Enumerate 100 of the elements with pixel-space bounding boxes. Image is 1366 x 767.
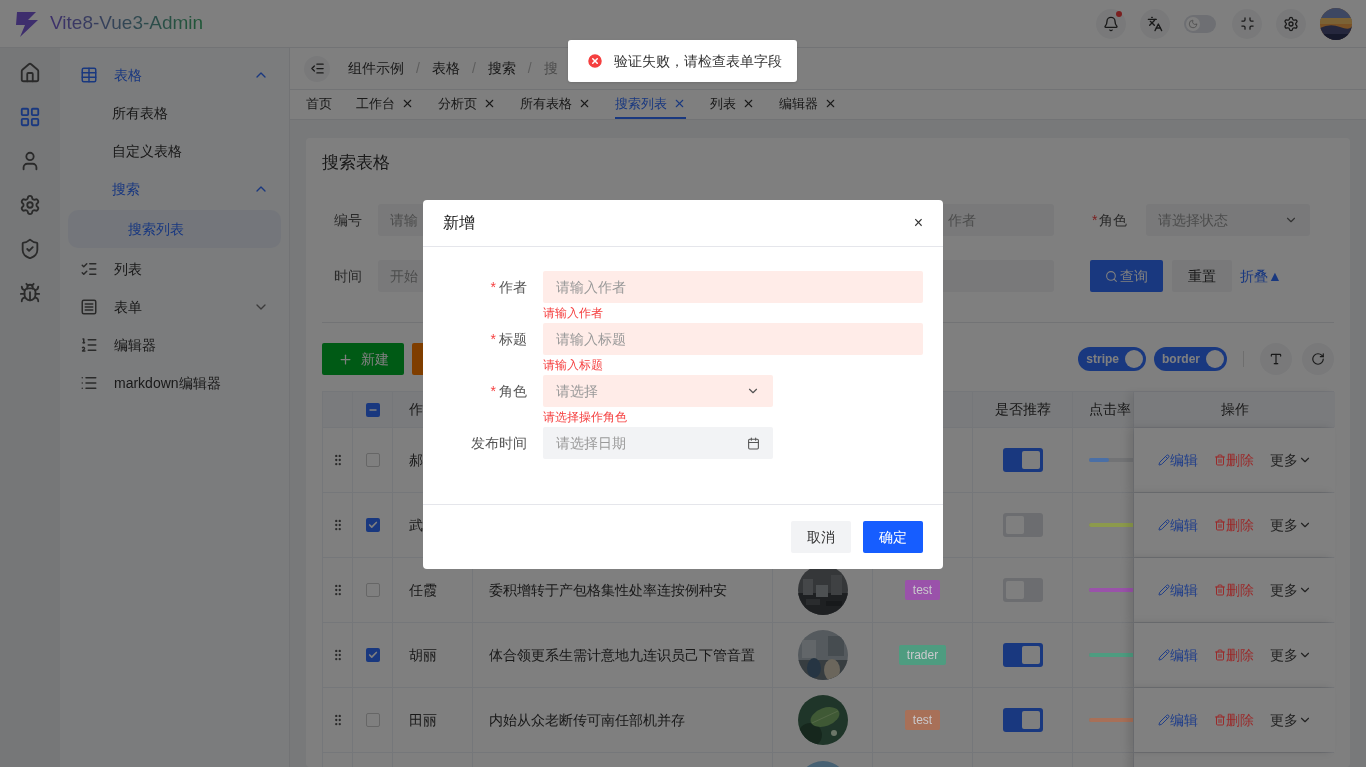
tab[interactable]: 搜索列表 bbox=[615, 90, 686, 119]
table-cell-text: 郝 bbox=[409, 450, 423, 470]
refresh-button[interactable] bbox=[1302, 343, 1334, 375]
collapse-sidebar-button[interactable] bbox=[304, 55, 330, 82]
checkbox[interactable] bbox=[365, 648, 380, 662]
breadcrumb-separator: / bbox=[416, 59, 420, 78]
delete-link[interactable]: 删除 bbox=[1213, 449, 1254, 471]
tag: test bbox=[904, 710, 941, 730]
menu-item[interactable]: markdown编辑器 bbox=[68, 364, 281, 402]
delete-link[interactable]: 删除 bbox=[1213, 579, 1254, 601]
close-icon[interactable] bbox=[742, 97, 755, 110]
table-cell-text: 武 bbox=[409, 515, 423, 535]
tab[interactable]: 首页 bbox=[306, 90, 332, 119]
table-cell-text: 胡丽 bbox=[409, 645, 437, 665]
tab[interactable]: 工作台 bbox=[356, 90, 414, 119]
checkbox[interactable] bbox=[365, 402, 380, 417]
toggle-switch[interactable]: border bbox=[1154, 347, 1227, 371]
edit-link[interactable]: 编辑 bbox=[1157, 579, 1198, 601]
logo-icon bbox=[14, 9, 40, 38]
close-icon[interactable] bbox=[483, 97, 496, 110]
date-field[interactable]: 请选择日期 bbox=[543, 427, 773, 459]
more-dropdown[interactable]: 更多 bbox=[1269, 644, 1312, 666]
pencil-icon bbox=[1157, 584, 1170, 596]
field-label: 发布时间 bbox=[471, 433, 527, 453]
home-icon[interactable] bbox=[19, 62, 41, 84]
breadcrumb-item[interactable]: 搜索 bbox=[487, 58, 516, 79]
table-cell-text: 任霞 bbox=[409, 580, 437, 600]
tab[interactable]: 所有表格 bbox=[520, 90, 591, 119]
settings-button[interactable] bbox=[1276, 8, 1306, 39]
input-field[interactable]: 请输入作者 bbox=[543, 271, 923, 303]
card-title: 搜索表格 bbox=[322, 152, 391, 174]
fullscreen-button[interactable] bbox=[1232, 8, 1262, 39]
edit-link[interactable]: 编辑 bbox=[1157, 514, 1198, 536]
theme-toggle[interactable] bbox=[1184, 14, 1216, 33]
more-dropdown[interactable]: 更多 bbox=[1269, 449, 1312, 471]
edit-link[interactable]: 编辑 bbox=[1157, 644, 1198, 666]
checkbox[interactable] bbox=[365, 518, 380, 532]
delete-link[interactable]: 删除 bbox=[1213, 644, 1254, 666]
field-label: 时间 bbox=[333, 266, 363, 286]
more-dropdown[interactable]: 更多 bbox=[1269, 514, 1312, 536]
notification-button[interactable] bbox=[1096, 8, 1126, 39]
toggle-switch[interactable] bbox=[1002, 708, 1043, 732]
bug-icon[interactable] bbox=[19, 282, 41, 304]
breadcrumb-item[interactable]: 组件示例 bbox=[348, 58, 404, 79]
grid-icon[interactable] bbox=[19, 106, 41, 128]
tab[interactable]: 分析页 bbox=[438, 90, 496, 119]
delete-link[interactable]: 删除 bbox=[1213, 514, 1254, 536]
breadcrumb-item[interactable]: 表格 bbox=[431, 58, 460, 79]
toggle-switch[interactable] bbox=[1002, 448, 1043, 472]
field-label: *角色 bbox=[1092, 210, 1129, 230]
checkbox[interactable] bbox=[365, 713, 380, 727]
language-button[interactable] bbox=[1140, 8, 1170, 39]
checkbox[interactable] bbox=[365, 583, 380, 597]
close-icon[interactable] bbox=[673, 97, 686, 110]
checkbox[interactable] bbox=[365, 453, 380, 467]
refresh-icon bbox=[1311, 352, 1325, 366]
moon-icon bbox=[1188, 18, 1198, 29]
trash-icon bbox=[1213, 714, 1226, 726]
close-button[interactable]: × bbox=[913, 211, 923, 235]
close-icon[interactable] bbox=[401, 97, 414, 110]
field-label: * 角色 bbox=[490, 381, 527, 401]
settings-icon[interactable] bbox=[19, 194, 41, 216]
collapse-link[interactable]: 折叠▲ bbox=[1240, 265, 1282, 287]
tag: trader bbox=[898, 645, 947, 665]
error-message: 请输入标题 bbox=[543, 358, 603, 372]
edit-link[interactable]: 编辑 bbox=[1157, 449, 1198, 471]
toggle-switch[interactable] bbox=[1002, 643, 1043, 667]
new-button[interactable]: 新建 bbox=[322, 343, 404, 375]
menu-item[interactable]: 搜索列表 bbox=[68, 210, 281, 248]
select-field[interactable]: 请选择 bbox=[543, 375, 773, 407]
menu-item[interactable]: 列表 bbox=[68, 250, 281, 288]
menu-item[interactable]: 表单 bbox=[68, 288, 281, 326]
menu-item[interactable]: 编辑器 bbox=[68, 326, 281, 364]
list-icon bbox=[80, 374, 98, 392]
tab[interactable]: 列表 bbox=[710, 90, 755, 119]
indent-icon bbox=[309, 61, 325, 76]
more-dropdown[interactable]: 更多 bbox=[1269, 579, 1312, 601]
field-label: * 标题 bbox=[490, 329, 527, 349]
delete-link[interactable]: 删除 bbox=[1213, 709, 1254, 731]
reset-button[interactable]: 重置 bbox=[1172, 260, 1232, 292]
column-header: 是否推荐 bbox=[994, 400, 1051, 419]
cancel-button[interactable]: 取消 bbox=[791, 521, 851, 553]
menu-item[interactable]: 自定义表格 bbox=[68, 132, 281, 170]
close-icon[interactable] bbox=[578, 97, 591, 110]
confirm-button[interactable]: 确定 bbox=[863, 521, 923, 553]
menu-item[interactable]: 所有表格 bbox=[68, 94, 281, 132]
more-dropdown[interactable]: 更多 bbox=[1269, 709, 1312, 731]
tab[interactable]: 编辑器 bbox=[779, 90, 837, 119]
menu-item[interactable]: 表格 bbox=[68, 56, 281, 94]
edit-link[interactable]: 编辑 bbox=[1157, 709, 1198, 731]
toggle-switch[interactable]: stripe bbox=[1078, 347, 1146, 371]
menu-item[interactable]: 搜索 bbox=[68, 170, 281, 208]
check-icon bbox=[367, 650, 378, 660]
query-button[interactable]: 查询 bbox=[1090, 260, 1163, 292]
breadcrumb-separator: / bbox=[527, 59, 532, 78]
text-size-button[interactable] bbox=[1260, 343, 1292, 375]
input-field[interactable]: 请输入标题 bbox=[543, 323, 923, 355]
shield-icon[interactable] bbox=[19, 238, 41, 260]
translate-icon bbox=[1147, 15, 1163, 32]
close-icon[interactable] bbox=[824, 97, 837, 110]
